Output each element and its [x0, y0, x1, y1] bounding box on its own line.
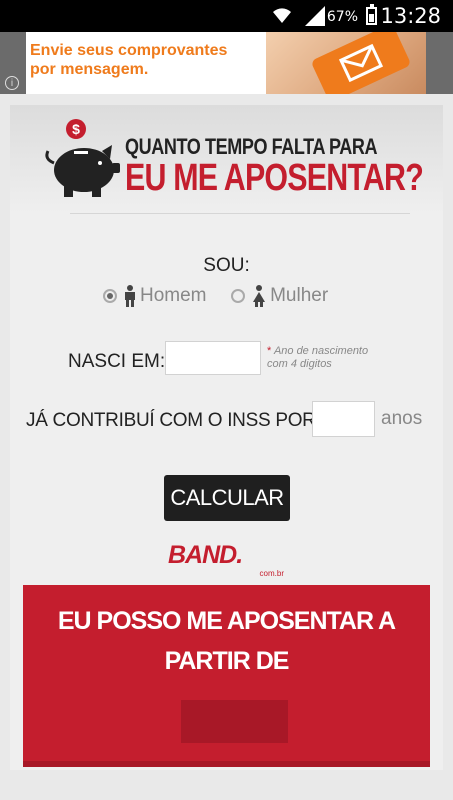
- male-icon: [125, 285, 135, 307]
- wifi-icon: [273, 8, 291, 23]
- header-banner: $ QUANTO TEMPO FALTA PARA EU ME APOSENTA…: [10, 105, 443, 213]
- result-value: [181, 700, 288, 743]
- hint-line1: Ano de nascimento: [273, 345, 369, 357]
- band-logo[interactable]: BAND. com.br: [168, 541, 288, 581]
- inss-years-input[interactable]: [312, 401, 375, 437]
- clock: 13:28: [380, 4, 441, 28]
- required-mark: *: [267, 345, 272, 357]
- header-title-line2: EU ME APOSENTAR?: [125, 157, 424, 199]
- battery-icon: [366, 4, 377, 25]
- battery-percent: 67%: [326, 9, 358, 25]
- result-bottom-bar: [23, 761, 430, 767]
- band-logo-text: BAND.: [168, 541, 243, 569]
- gender-option-homem[interactable]: Homem: [103, 285, 212, 307]
- inss-years-label: JÁ CONTRIBUÍ COM O INSS POR:: [26, 410, 321, 431]
- birth-year-input[interactable]: [165, 341, 261, 375]
- radio-mulher[interactable]: [231, 289, 246, 303]
- birth-year-hint: * Ano de nascimento com 4 digitos: [267, 345, 407, 371]
- result-panel: EU POSSO ME APOSENTAR A PARTIR DE: [23, 585, 430, 767]
- svg-text:$: $: [72, 121, 80, 137]
- ad-text-line2: por mensagem.: [30, 61, 149, 78]
- radio-homem[interactable]: [103, 289, 117, 303]
- result-text-line2: PARTIR DE: [164, 647, 290, 675]
- ad-content[interactable]: Envie seus comprovantes por mensagem.: [26, 32, 426, 94]
- ad-text-line1: Envie seus comprovantes: [30, 42, 228, 59]
- gender-label: SOU:: [203, 255, 250, 276]
- divider: [70, 213, 410, 214]
- gender-label-mulher: Mulher: [270, 285, 329, 307]
- piggy-bank-icon: $: [45, 119, 120, 197]
- calculator-card: $ QUANTO TEMPO FALTA PARA EU ME APOSENTA…: [10, 105, 443, 770]
- birth-year-label: NASCI EM:: [68, 351, 166, 372]
- status-bar: 67% 13:28: [0, 0, 453, 32]
- female-icon: [253, 285, 266, 307]
- calculate-button[interactable]: CALCULAR: [164, 475, 290, 521]
- gender-options: Homem Mulher: [103, 285, 328, 307]
- hint-line2: com 4 digitos: [267, 358, 332, 370]
- result-text-line1: EU POSSO ME APOSENTAR A: [57, 607, 396, 635]
- signal-icon: [305, 6, 325, 26]
- inss-years-suffix: anos: [381, 408, 423, 429]
- gender-label-homem: Homem: [140, 285, 207, 307]
- ad-text: Envie seus comprovantes por mensagem.: [30, 41, 227, 79]
- ad-info-icon[interactable]: i: [5, 76, 19, 90]
- band-logo-sub: com.br: [259, 569, 284, 578]
- gender-option-mulher[interactable]: Mulher: [231, 285, 329, 307]
- ad-banner[interactable]: i Envie seus comprovantes por mensagem.: [0, 32, 453, 94]
